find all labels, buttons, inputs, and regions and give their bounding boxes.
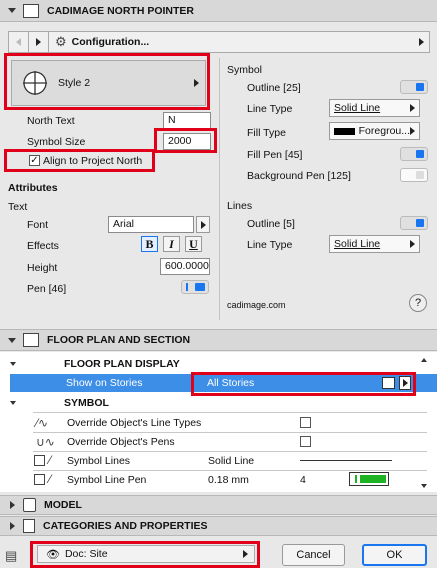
stories-list-icon[interactable]	[382, 377, 395, 389]
show-stories-dropdown-button[interactable]	[399, 376, 411, 390]
gear-icon: ⚙	[55, 34, 67, 49]
symbol-line-pen-label: Symbol Line Pen	[67, 473, 147, 486]
style-label: Style 2	[58, 77, 91, 89]
italic-toggle[interactable]: I	[163, 236, 180, 252]
collapse-icon[interactable]	[8, 8, 16, 13]
underline-toggle[interactable]: U	[185, 236, 202, 252]
floor-plan-icon	[23, 333, 39, 347]
north-text-label: North Text	[27, 115, 75, 127]
line-type-override-icon: ⁄∿	[36, 415, 49, 430]
eye-icon: 👁	[46, 548, 60, 561]
help-button[interactable]: ?	[409, 294, 427, 312]
override-pens-checkbox[interactable]	[300, 436, 311, 447]
line-type-label: Line Type	[247, 103, 293, 115]
line-type-icon	[34, 455, 45, 466]
attributes-heading: Attributes	[8, 182, 58, 194]
doc-label: Doc: Site	[64, 548, 108, 560]
layers-icon[interactable]: ▤	[5, 548, 17, 564]
symbol-size-label: Symbol Size	[27, 136, 86, 148]
symbol-lines-row[interactable]: ⁄ Symbol Lines Solid Line	[0, 451, 437, 470]
symbol-line-pen-value: 0.18 mm	[208, 473, 249, 486]
floor-plan-section-title: FLOOR PLAN AND SECTION	[47, 334, 191, 346]
title-bar[interactable]: CADIMAGE NORTH POINTER	[0, 0, 437, 22]
next-button[interactable]	[29, 32, 49, 52]
configuration-dropdown[interactable]: ⚙ Configuration...	[49, 32, 429, 52]
symbol-lines-value[interactable]: Solid Line	[208, 455, 254, 467]
fill-type-dropdown[interactable]: Foregrou...	[329, 122, 420, 140]
table-scrollbar[interactable]	[419, 356, 429, 490]
override-line-types-checkbox[interactable]	[300, 417, 311, 428]
model-cube-icon	[23, 498, 36, 512]
show-on-stories-row[interactable]: Show on Stories All Stories	[10, 374, 437, 392]
lines-line-type-label: Line Type	[247, 239, 293, 251]
collapse-icon[interactable]	[8, 337, 16, 343]
outline-label: Outline [25]	[247, 82, 301, 94]
show-on-stories-label: Show on Stories	[66, 377, 143, 389]
lines-heading: Lines	[227, 200, 253, 212]
pen-label: Pen [46]	[27, 283, 67, 295]
symbol-heading: Symbol	[227, 64, 263, 76]
align-checkbox[interactable]: ✓	[29, 155, 40, 166]
lines-line-type-dropdown[interactable]: Solid Line	[329, 235, 420, 253]
lines-outline-label: Outline [5]	[247, 218, 295, 230]
north-pointer-icon	[23, 3, 39, 18]
symbol-group-row[interactable]: SYMBOL	[0, 393, 437, 412]
effects-label: Effects	[27, 240, 59, 252]
line-type-dropdown[interactable]: Solid Line	[329, 99, 420, 117]
floor-plan-display-row[interactable]: FLOOR PLAN DISPLAY	[0, 355, 437, 373]
pen-color-swatch[interactable]	[349, 472, 389, 486]
symbol-line-pen-number[interactable]: 4	[300, 474, 306, 486]
font-label: Font	[27, 219, 49, 231]
categories-list-icon	[23, 519, 35, 533]
north-text-input[interactable]: N	[163, 112, 211, 129]
symbol-line-pen-row[interactable]: ⁄ Symbol Line Pen 0.18 mm 4	[0, 470, 437, 489]
override-pens-row[interactable]: ∪∿ Override Object's Pens	[0, 432, 437, 451]
model-section-title: MODEL	[44, 499, 82, 511]
prev-button[interactable]	[9, 32, 29, 52]
categories-section-title: CATEGORIES AND PROPERTIES	[43, 520, 208, 532]
pen-icon	[34, 474, 45, 485]
floor-plan-section-header[interactable]: FLOOR PLAN AND SECTION	[0, 329, 437, 351]
floor-plan-display-label: FLOOR PLAN DISPLAY	[64, 358, 180, 370]
height-input[interactable]: 600.0000	[160, 258, 210, 275]
expand-icon[interactable]	[10, 522, 15, 530]
config-toolbar: ⚙ Configuration...	[8, 31, 430, 53]
fill-type-label: Fill Type	[247, 127, 286, 139]
text-heading: Text	[8, 201, 28, 213]
ok-button[interactable]: OK	[362, 544, 427, 566]
align-label: Align to Project North	[43, 155, 143, 167]
expand-icon[interactable]	[10, 501, 15, 509]
pen-selector[interactable]	[181, 280, 209, 294]
override-line-types-row[interactable]: ⁄∿ Override Object's Line Types	[0, 413, 437, 432]
outline-pen-selector[interactable]	[400, 80, 428, 94]
fill-pen-label: Fill Pen [45]	[247, 149, 303, 161]
model-section-header[interactable]: MODEL	[0, 495, 437, 515]
compass-icon	[23, 71, 47, 95]
show-on-stories-value[interactable]: All Stories	[207, 377, 254, 389]
line-preview	[300, 460, 392, 461]
bg-pen-selector[interactable]	[400, 168, 428, 182]
height-label: Height	[27, 262, 58, 274]
bold-toggle[interactable]: B	[141, 236, 158, 252]
symbol-size-input[interactable]: 2000	[163, 133, 211, 150]
panel-title: CADIMAGE NORTH POINTER	[47, 4, 194, 17]
override-pens-label: Override Object's Pens	[67, 435, 175, 448]
override-line-types-label: Override Object's Line Types	[67, 416, 202, 429]
pen-override-icon: ∪∿	[36, 434, 55, 449]
symbol-group-label: SYMBOL	[64, 396, 109, 409]
style-button[interactable]: Style 2	[11, 60, 206, 106]
symbol-lines-label: Symbol Lines	[67, 454, 131, 467]
font-dropdown-button[interactable]	[196, 216, 210, 233]
font-input[interactable]: Arial	[108, 216, 194, 233]
fill-pen-selector[interactable]	[400, 147, 428, 161]
configuration-label: Configuration...	[71, 36, 150, 48]
categories-section-header[interactable]: CATEGORIES AND PROPERTIES	[0, 516, 437, 536]
doc-dropdown[interactable]: 👁 Doc: Site	[37, 545, 255, 563]
cancel-button[interactable]: Cancel	[282, 544, 345, 566]
bg-pen-label: Background Pen [125]	[247, 170, 351, 182]
credit-text: cadimage.com	[227, 300, 286, 310]
lines-outline-selector[interactable]	[400, 216, 428, 230]
